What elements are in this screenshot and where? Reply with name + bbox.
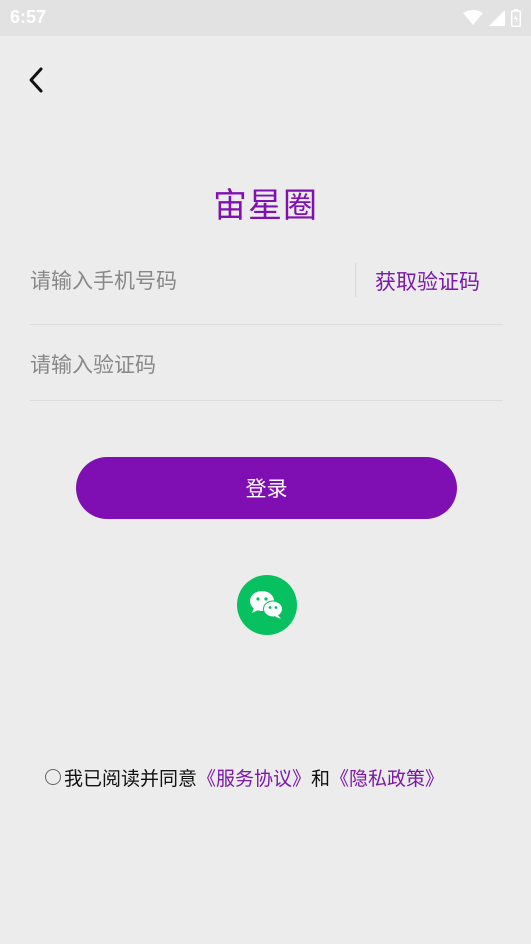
agreement-row: 我已阅读并同意 《服务协议》 和 《隐私政策》 — [45, 763, 444, 791]
wifi-icon — [463, 10, 483, 25]
agreement-radio[interactable] — [45, 769, 61, 785]
back-button[interactable] — [18, 60, 54, 100]
app-title: 宙星圈 — [213, 186, 318, 226]
login-button[interactable]: 登录 — [76, 457, 457, 519]
status-icons — [463, 9, 521, 27]
privacy-policy-link[interactable]: 《隐私政策》 — [330, 764, 444, 791]
status-bar: 6:57 — [0, 0, 531, 36]
status-time: 6:57 — [10, 7, 47, 27]
code-field — [30, 340, 503, 401]
agreement-conjunction: 和 — [311, 767, 331, 790]
battery-icon — [511, 9, 521, 27]
get-code-button[interactable]: 获取验证码 — [375, 266, 480, 296]
signal-icon — [489, 10, 505, 26]
phone-input[interactable] — [30, 264, 330, 298]
field-divider — [355, 263, 356, 297]
phone-field: 获取验证码 — [30, 256, 503, 325]
wechat-icon — [250, 591, 283, 619]
chevron-left-icon — [29, 67, 43, 93]
wechat-login-button[interactable] — [237, 575, 297, 635]
verification-code-input[interactable] — [30, 348, 330, 382]
agreement-prefix: 我已阅读并同意 — [64, 767, 198, 790]
service-agreement-link[interactable]: 《服务协议》 — [197, 764, 311, 791]
